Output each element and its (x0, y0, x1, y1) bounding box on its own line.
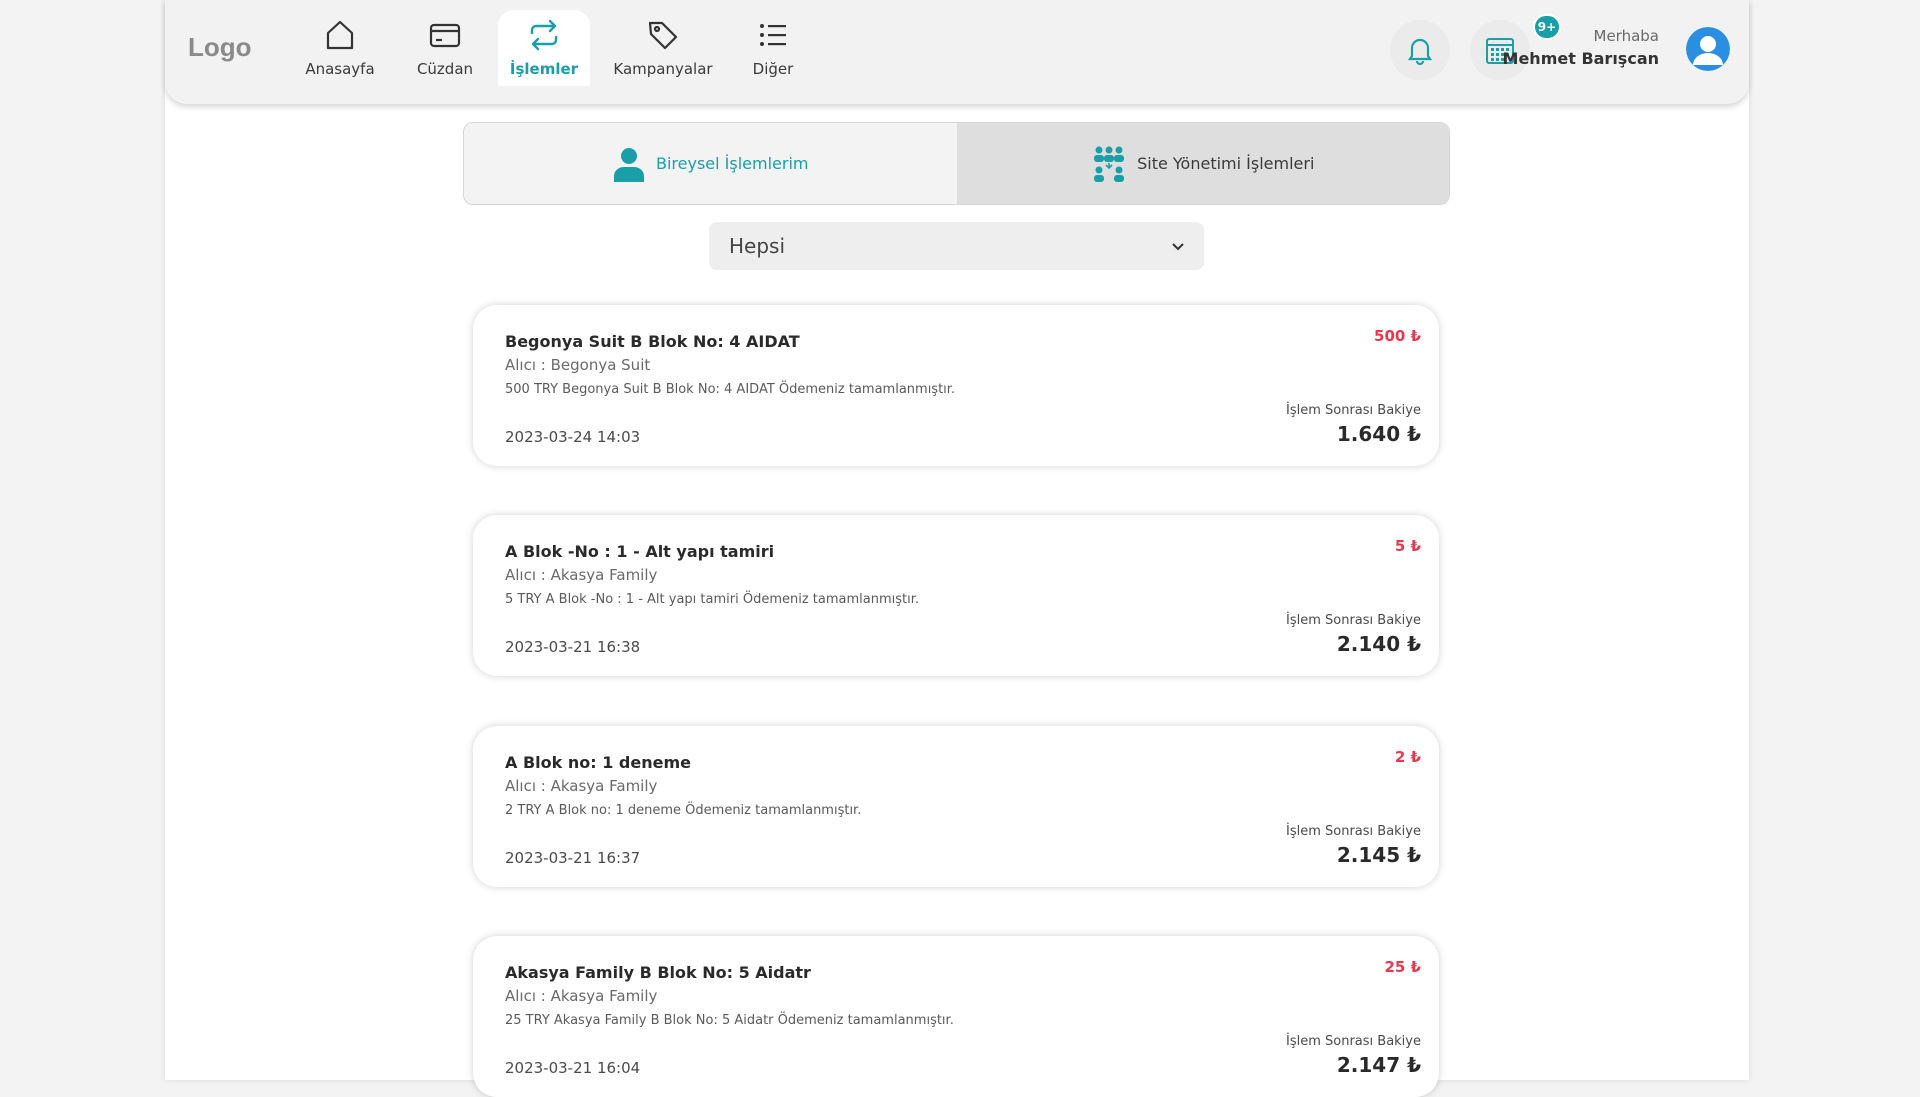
transaction-amount: 5 ₺ (1394, 537, 1421, 555)
user-name: Mehmet Barışcan (1502, 49, 1659, 68)
balance-label: İşlem Sonrası Bakiye (1285, 824, 1421, 839)
transaction-title: Akasya Family B Blok No: 5 Aidatr (505, 963, 811, 982)
filter-selected-value: Hepsi (729, 234, 786, 258)
transaction-title: Begonya Suit B Blok No: 4 AIDAT (505, 332, 800, 351)
person-icon (614, 147, 644, 182)
transaction-date: 2023-03-24 14:03 (505, 428, 641, 446)
wallet-icon (429, 23, 461, 48)
nav-other[interactable]: Diğer (743, 10, 803, 86)
nav-wallet-label: Cüzdan (416, 60, 474, 78)
group-icon (1094, 146, 1125, 182)
transaction-title: A Blok -No : 1 - Alt yapı tamiri (505, 542, 775, 561)
transaction-date: 2023-03-21 16:38 (505, 638, 641, 656)
tab-individual-transactions[interactable]: Bireysel İşlemlerim (464, 123, 957, 204)
transaction-description: 5 TRY A Blok -No : 1 - Alt yapı tamiri Ö… (505, 592, 920, 607)
user-avatar-icon (1686, 27, 1730, 71)
transaction-card[interactable]: A Blok no: 1 deneme Alıcı : Akasya Famil… (473, 726, 1439, 887)
transaction-title: A Blok no: 1 deneme (505, 753, 691, 772)
nav-home[interactable]: Anasayfa (300, 10, 380, 86)
nav-home-label: Anasayfa (305, 60, 375, 78)
transaction-amount: 500 ₺ (1374, 327, 1421, 345)
transaction-card[interactable]: Begonya Suit B Blok No: 4 AIDAT Alıcı : … (473, 305, 1439, 466)
avatar[interactable] (1686, 27, 1730, 71)
home-icon (326, 20, 354, 50)
balance-label: İşlem Sonrası Bakiye (1285, 613, 1421, 628)
transactions-icon (530, 19, 558, 51)
transaction-description: 25 TRY Akasya Family B Blok No: 5 Aidatr… (505, 1013, 954, 1028)
transaction-card[interactable]: Akasya Family B Blok No: 5 Aidatr Alıcı … (473, 936, 1439, 1097)
chevron-down-icon (1172, 243, 1184, 251)
nav-transactions[interactable]: İşlemler (498, 10, 590, 86)
transaction-type-tabs: Bireysel İşlemlerim Site Yönetimi İşleml… (463, 122, 1450, 205)
transaction-date: 2023-03-21 16:04 (505, 1059, 641, 1077)
balance-after: 2.140 ₺ (1336, 632, 1421, 656)
tag-icon (648, 21, 678, 50)
transaction-amount: 25 ₺ (1384, 958, 1421, 976)
transaction-date: 2023-03-21 16:37 (505, 849, 641, 867)
notifications-button[interactable] (1390, 20, 1450, 80)
transaction-recipient: Alıcı : Akasya Family (505, 987, 658, 1005)
transaction-filter-select[interactable]: Hepsi (709, 222, 1204, 270)
balance-after: 2.145 ₺ (1336, 843, 1421, 867)
transaction-recipient: Alıcı : Begonya Suit (505, 356, 651, 374)
nav-campaigns[interactable]: Kampanyalar (608, 10, 718, 86)
balance-after: 2.147 ₺ (1336, 1053, 1421, 1077)
page: Logo Anasayfa Cüzdan İşlemler Kampanyala… (165, 0, 1749, 1097)
tab-individual-label: Bireysel İşlemlerim (656, 154, 809, 173)
nav-transactions-label: İşlemler (509, 60, 579, 78)
top-navbar: Logo Anasayfa Cüzdan İşlemler Kampanyala… (165, 0, 1749, 104)
balance-label: İşlem Sonrası Bakiye (1285, 403, 1421, 418)
transaction-recipient: Alıcı : Akasya Family (505, 566, 658, 584)
list-icon (760, 24, 786, 46)
balance-after: 1.640 ₺ (1336, 422, 1421, 446)
nav-other-label: Diğer (752, 60, 794, 78)
balance-label: İşlem Sonrası Bakiye (1285, 1034, 1421, 1049)
bell-icon (1407, 38, 1433, 66)
tab-site-management-label: Site Yönetimi İşlemleri (1137, 154, 1315, 173)
transaction-amount: 2 ₺ (1394, 748, 1421, 766)
user-greeting: Merhaba Mehmet Barışcan (1503, 27, 1659, 68)
transaction-description: 2 TRY A Blok no: 1 deneme Ödemeniz tamam… (505, 803, 862, 818)
greeting-text: Merhaba (1593, 27, 1660, 45)
logo[interactable]: Logo (188, 32, 252, 63)
tab-site-management-transactions[interactable]: Site Yönetimi İşlemleri (956, 123, 1449, 204)
nav-wallet[interactable]: Cüzdan (410, 10, 480, 86)
transaction-recipient: Alıcı : Akasya Family (505, 777, 658, 795)
nav-campaigns-label: Kampanyalar (613, 60, 713, 78)
transaction-card[interactable]: A Blok -No : 1 - Alt yapı tamiri Alıcı :… (473, 515, 1439, 676)
transaction-description: 500 TRY Begonya Suit B Blok No: 4 AIDAT … (505, 382, 956, 397)
